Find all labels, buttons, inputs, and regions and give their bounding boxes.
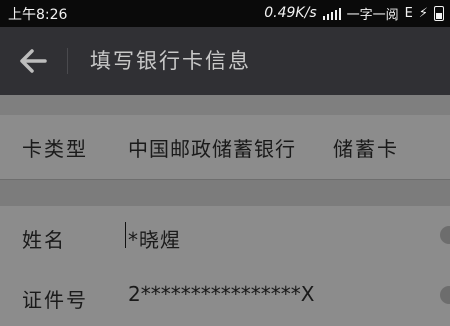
status-indicators: 0.49K/s 一字一阅 E ⚡: [264, 4, 444, 23]
app-bar-divider: [67, 48, 68, 74]
name-input[interactable]: *晓煋: [128, 224, 181, 253]
carrier-name: 一字一阅: [346, 7, 399, 23]
info-button[interactable]: [440, 226, 450, 244]
status-bar: 上午8:26 0.49K/s 一字一阅 E ⚡: [0, 0, 450, 27]
charging-icon: ⚡: [418, 5, 428, 21]
network-type: E: [404, 5, 413, 21]
bank-name: 中国邮政储蓄银行: [128, 137, 296, 161]
id-number-row[interactable]: 证件号 2****************X: [0, 266, 450, 326]
name-label: 姓名: [22, 228, 66, 252]
page-title: 填写银行卡信息: [90, 49, 251, 73]
card-type-row: 卡类型 中国邮政储蓄银行 储蓄卡: [0, 115, 450, 180]
section-gap: [0, 95, 450, 115]
card-type-value: 储蓄卡: [333, 137, 399, 161]
name-row[interactable]: 姓名 *晓煋: [0, 206, 450, 267]
id-number-label: 证件号: [22, 288, 88, 312]
section-gap: [0, 180, 450, 206]
arrow-left-icon[interactable]: [18, 47, 48, 75]
text-cursor: [125, 222, 126, 248]
id-number-input[interactable]: 2****************X: [128, 282, 314, 306]
status-time: 上午8:26: [8, 7, 68, 23]
battery-icon: [434, 5, 444, 21]
app-bar: 填写银行卡信息: [0, 27, 450, 95]
signal-icon: [322, 7, 341, 20]
info-button[interactable]: [440, 286, 450, 304]
card-type-label: 卡类型: [22, 137, 88, 161]
network-speed: 0.49K/s: [264, 5, 317, 21]
